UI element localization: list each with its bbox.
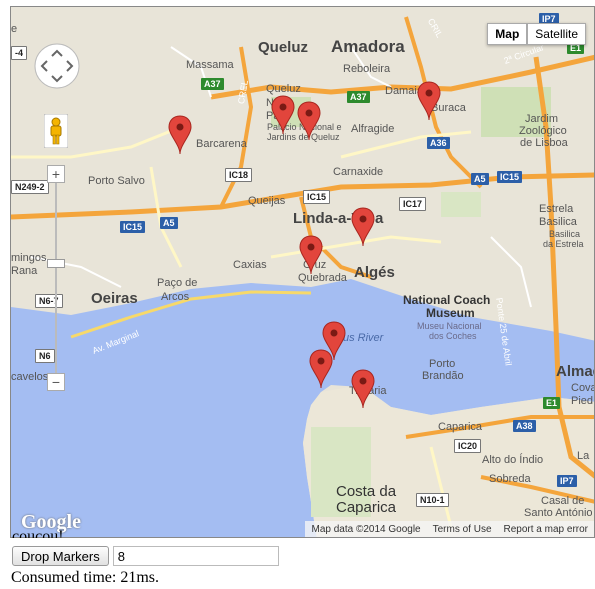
label-sobreda: Sobreda	[489, 473, 531, 485]
label-jardim-1: Jardim	[525, 113, 559, 125]
drop-markers-button[interactable]: Drop Markers	[12, 546, 109, 566]
map-marker-icon[interactable]	[309, 349, 333, 389]
label-almada: Almada	[556, 363, 594, 380]
shield-n6: N6	[35, 349, 55, 363]
map-type-map-button[interactable]: Map	[487, 23, 528, 45]
label-brandao: Brandão	[422, 370, 464, 382]
label-river: us River	[343, 332, 384, 344]
shield-n10-1: N10-1	[416, 493, 449, 507]
label-costa: Costa da	[336, 483, 397, 500]
shield-ic18: IC18	[225, 168, 253, 182]
shield-ic15-east: IC15	[497, 171, 523, 183]
label-jardim-3: de Lisboa	[520, 137, 568, 149]
label-arcos: Arcos	[161, 291, 190, 303]
map-marker-icon[interactable]	[271, 95, 295, 135]
label-alto-indio: Alto do Índio	[482, 454, 544, 466]
label-jardim-2: Zoológico	[519, 125, 567, 137]
label-queluz-small: Queluz	[266, 83, 301, 95]
label-dos-coches: dos Coches	[429, 331, 477, 341]
label-porto: Porto	[429, 358, 456, 370]
label-rana: Rana	[11, 265, 38, 277]
attribution-bar: Map data ©2014 Google Terms of Use Repor…	[305, 521, 594, 537]
map-marker-icon[interactable]	[168, 115, 192, 155]
report-map-error-link[interactable]: Report a map error	[504, 524, 588, 535]
label-costa-caparica: Caparica	[336, 499, 397, 516]
shield-n249: N249-2	[11, 180, 49, 194]
shield-ic20: IC20	[454, 439, 482, 453]
zoom-out-button[interactable]: −	[47, 373, 65, 391]
shield-a5-east: A5	[471, 173, 489, 185]
label-cavelos: cavelos	[11, 371, 49, 383]
label-alges: Algés	[354, 264, 395, 281]
label-casal: Casal de	[541, 495, 585, 507]
label-estrela-4: da Estrela	[543, 239, 584, 249]
label-museum: Museum	[426, 306, 475, 320]
zoom-slider-thumb[interactable]	[47, 259, 65, 268]
pan-control[interactable]	[33, 42, 81, 90]
label-estrela-3: Basilica	[549, 229, 581, 239]
map-data-credit: Map data ©2014 Google	[311, 523, 421, 535]
label-porto-salvo: Porto Salvo	[88, 175, 145, 187]
label-santo-antonio: Santo António	[524, 507, 593, 519]
shield-a5-west: A5	[160, 217, 178, 229]
label-queluz: Queluz	[258, 39, 309, 56]
label-mingos: mingos	[11, 252, 47, 264]
shield-a38: A38	[513, 420, 536, 432]
map-type-control: Map Satellite	[487, 23, 586, 45]
shield-ip7-south: IP7	[557, 475, 577, 487]
label-queijas: Queijas	[248, 195, 286, 207]
shield-n6-7: N6-7	[35, 294, 63, 308]
map-marker-icon[interactable]	[351, 369, 375, 409]
label-estrela-1: Estrela	[539, 203, 574, 215]
label-amadora: Amadora	[331, 37, 405, 56]
controls-row: Drop Markers	[12, 546, 279, 566]
map-marker-icon[interactable]	[351, 207, 375, 247]
label-carnaxide: Carnaxide	[333, 166, 384, 178]
label-massama: Massama	[186, 59, 234, 71]
label-paco: Paço de	[157, 277, 198, 289]
label-caxias: Caxias	[233, 259, 267, 271]
shield-a37-east: A37	[347, 91, 370, 103]
shield-ic15-west: IC15	[120, 221, 146, 233]
shield-ic17: IC17	[399, 197, 427, 211]
label-cova: Cova	[571, 382, 595, 394]
shield-a37-west: A37	[201, 78, 224, 90]
map-type-satellite-button[interactable]: Satellite	[527, 23, 586, 45]
shield-a36: A36	[427, 137, 450, 149]
label-la: La	[577, 450, 590, 462]
zoom-in-button[interactable]: +	[47, 165, 65, 183]
consumed-time-status: Consumed time: 21ms.	[11, 569, 159, 586]
map-canvas[interactable]: Queluz Amadora Reboleira Massama Damaia …	[10, 6, 595, 538]
label-e: e	[11, 23, 18, 35]
map-marker-icon[interactable]	[417, 81, 441, 121]
label-caparica: Caparica	[438, 421, 483, 433]
label-museu-nacional: Museu Nacional	[417, 321, 482, 331]
shield-e1-south: E1	[543, 397, 561, 409]
clipped-text: coucou!	[12, 528, 64, 538]
map-marker-icon[interactable]	[297, 101, 321, 141]
zoom-slider-track[interactable]	[55, 183, 57, 373]
pegman-icon[interactable]	[44, 114, 68, 148]
label-alfragide: Alfragide	[351, 123, 395, 135]
label-oeiras: Oeiras	[91, 290, 138, 307]
shield-ic15-center: IC15	[303, 190, 331, 204]
label-barcarena: Barcarena	[196, 138, 247, 150]
label-reboleira: Reboleira	[343, 63, 391, 75]
terms-of-use-link[interactable]: Terms of Use	[433, 524, 492, 535]
label-pied: Pied	[571, 395, 594, 407]
map-marker-icon[interactable]	[299, 235, 323, 275]
label-linda-tail: a	[375, 210, 384, 227]
label-estrela-2: Basilica	[539, 216, 577, 228]
marker-count-input[interactable]	[112, 546, 279, 566]
shield-n4: -4	[11, 46, 28, 60]
